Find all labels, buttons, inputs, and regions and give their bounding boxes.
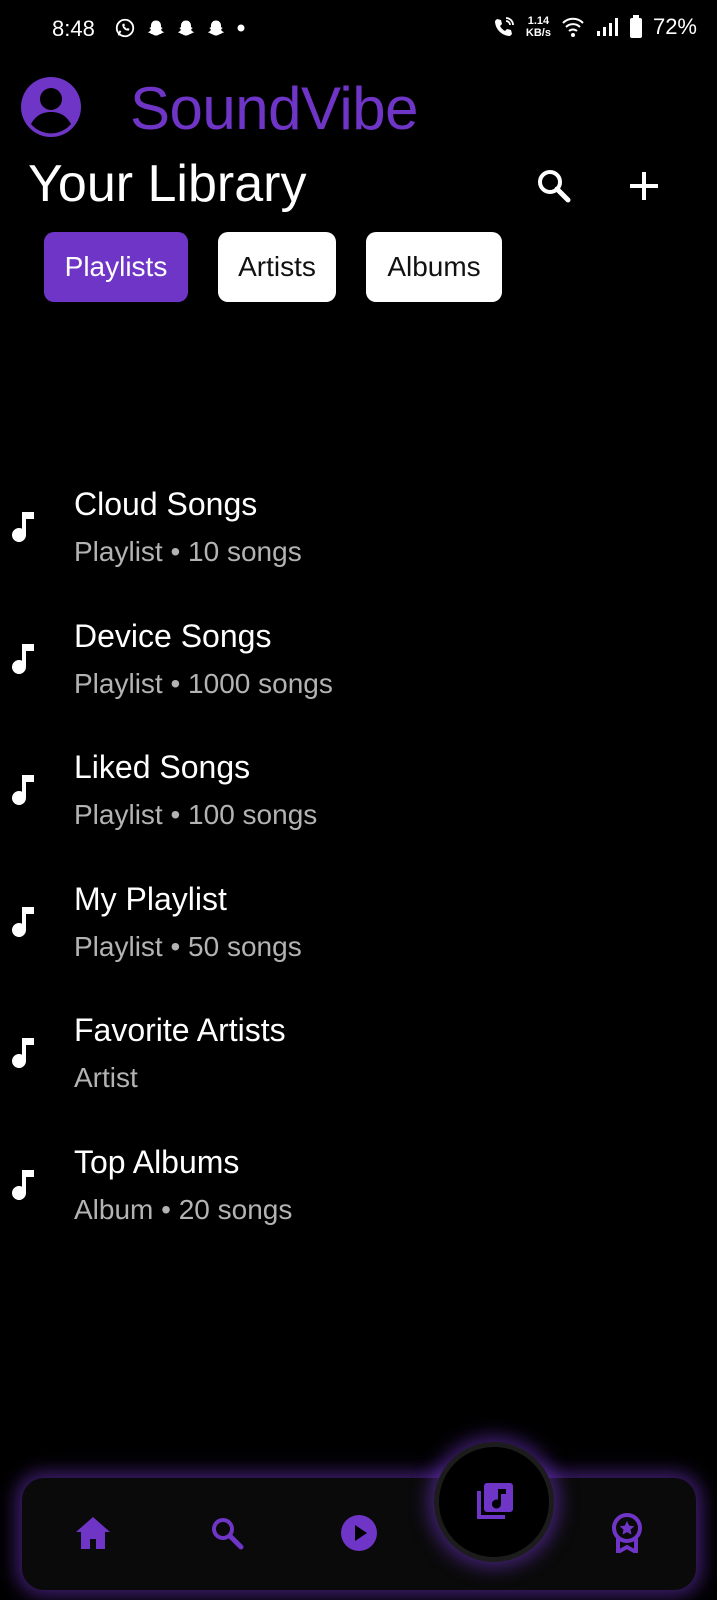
item-subtitle: Album • 20 songs bbox=[74, 1193, 293, 1225]
library-list: Cloud Songs Playlist • 10 songs Device S… bbox=[0, 480, 717, 1269]
wifi-icon bbox=[562, 17, 584, 37]
whatsapp-icon bbox=[115, 18, 135, 38]
tab-albums[interactable]: Albums bbox=[366, 232, 502, 302]
item-subtitle: Playlist • 1000 songs bbox=[74, 667, 333, 699]
nav-search[interactable] bbox=[202, 1508, 252, 1558]
snapchat-icon bbox=[207, 20, 225, 36]
list-item[interactable]: Liked Songs Playlist • 100 songs bbox=[0, 743, 717, 875]
search-icon[interactable] bbox=[534, 166, 574, 206]
account-icon[interactable] bbox=[20, 76, 82, 138]
signal-icon bbox=[596, 18, 618, 36]
list-item[interactable]: Cloud Songs Playlist • 10 songs bbox=[0, 480, 717, 612]
library-tabs: Playlists Artists Albums bbox=[44, 232, 502, 302]
battery-icon bbox=[629, 15, 642, 38]
network-speed: 1.14 KB/s bbox=[526, 15, 551, 39]
snapchat-icon bbox=[177, 20, 195, 36]
search-icon bbox=[212, 1518, 244, 1550]
speed-value: 1.14 bbox=[527, 15, 550, 27]
nav-home[interactable] bbox=[68, 1508, 118, 1558]
play-icon bbox=[341, 1515, 377, 1551]
music-note-icon bbox=[12, 906, 35, 937]
item-subtitle: Artist bbox=[74, 1062, 138, 1093]
bottom-nav bbox=[22, 1478, 696, 1590]
nav-library[interactable] bbox=[434, 1442, 554, 1562]
list-item[interactable]: Favorite Artists Artist bbox=[0, 1006, 717, 1138]
system-icons: 1.14 KB/s 72% bbox=[492, 14, 697, 40]
dot-icon bbox=[237, 24, 245, 32]
item-subtitle: Playlist • 100 songs bbox=[74, 799, 318, 830]
list-item[interactable]: Top Albums Album • 20 songs bbox=[0, 1138, 717, 1270]
snapchat-icon bbox=[147, 20, 165, 36]
battery-percent: 72% bbox=[652, 14, 697, 39]
music-note-icon bbox=[12, 512, 35, 543]
item-title: Liked Songs bbox=[74, 749, 251, 785]
item-title: My Playlist bbox=[74, 880, 227, 917]
notification-icons bbox=[114, 17, 246, 39]
status-bar: 8:48 1.14 KB/s 72% bbox=[0, 0, 717, 62]
item-title: Cloud Songs bbox=[74, 486, 258, 522]
wifi-call-icon bbox=[494, 17, 514, 36]
list-item[interactable]: Device Songs Playlist • 1000 songs bbox=[0, 612, 717, 744]
home-icon bbox=[76, 1517, 110, 1549]
status-time: 8:48 bbox=[52, 16, 95, 41]
app-header: SoundVibe bbox=[20, 75, 419, 142]
music-note-icon bbox=[12, 1169, 35, 1200]
library-music-icon bbox=[477, 1483, 513, 1519]
list-item[interactable]: My Playlist Playlist • 50 songs bbox=[0, 875, 717, 1007]
item-title: Device Songs bbox=[74, 617, 272, 654]
app-name: SoundVibe bbox=[130, 75, 419, 142]
item-subtitle: Playlist • 10 songs bbox=[74, 536, 302, 567]
award-icon bbox=[612, 1513, 642, 1553]
item-title: Favorite Artists bbox=[74, 1012, 286, 1048]
tab-artists[interactable]: Artists bbox=[218, 232, 336, 302]
speed-unit: KB/s bbox=[525, 27, 551, 39]
item-subtitle: Playlist • 50 songs bbox=[74, 930, 302, 962]
page-title: Your Library bbox=[28, 155, 307, 213]
music-note-icon bbox=[12, 643, 35, 674]
tab-playlists[interactable]: Playlists bbox=[44, 232, 188, 302]
item-title: Top Albums bbox=[74, 1143, 240, 1180]
nav-awards[interactable] bbox=[602, 1508, 652, 1558]
nav-player[interactable] bbox=[334, 1508, 384, 1558]
add-icon[interactable] bbox=[624, 166, 664, 206]
music-note-icon bbox=[12, 1038, 35, 1069]
music-note-icon bbox=[12, 775, 35, 806]
